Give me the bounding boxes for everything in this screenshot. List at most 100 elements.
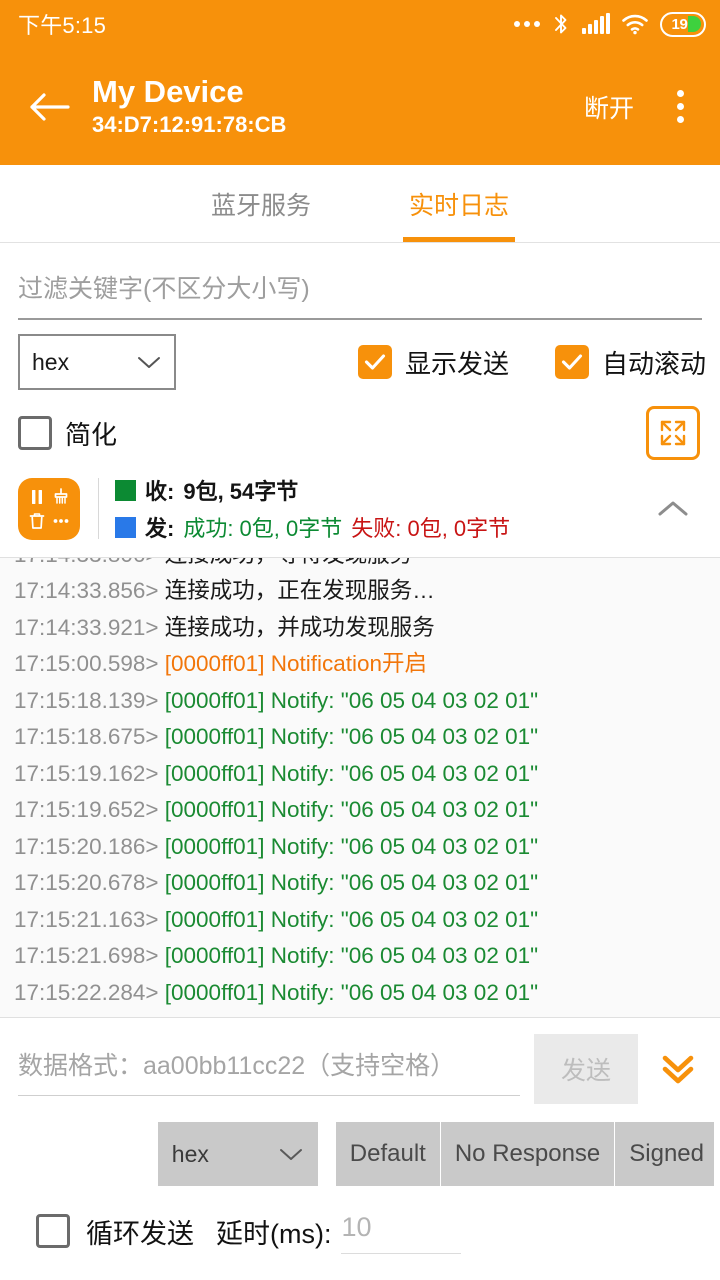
- chevron-down-icon: [278, 1146, 304, 1162]
- send-button[interactable]: 发送: [534, 1034, 638, 1104]
- signal-icon: [582, 14, 610, 34]
- controls-row-primary: hex 显示发送 自动滚动: [0, 320, 720, 390]
- log-line-message: [0000ff01] Notify: "06 05 04 03 02 01": [165, 797, 538, 822]
- log-line-message: 连接成功，等待发现服务: [165, 557, 413, 567]
- write-options-row: hex Default No Response Signed: [0, 1104, 720, 1186]
- log-line-message: [0000ff01] Notify: "06 05 04 03 02 01": [165, 761, 538, 786]
- log-line-message: [0000ff01] Notify: "06 05 04 03 02 01": [165, 834, 538, 859]
- send-row: 发送: [0, 1018, 720, 1104]
- filter-section: [0, 243, 720, 320]
- log-actions-button[interactable]: [18, 478, 80, 540]
- auto-scroll-label: 自动滚动: [602, 344, 706, 381]
- expand-log-button[interactable]: [646, 406, 700, 460]
- scroll-to-bottom-button[interactable]: [652, 1038, 704, 1100]
- log-line-message: [0000ff01] Notify: "06 05 04 03 02 01": [165, 724, 538, 749]
- log-output-area[interactable]: 17:14:33.806> 连接成功，等待发现服务17:14:33.856> 连…: [0, 557, 720, 1018]
- overflow-menu-button[interactable]: [658, 81, 702, 133]
- log-line-timestamp: 17:15:18.139>: [14, 688, 165, 713]
- loop-send-row: 循环发送 延时(ms):: [0, 1186, 720, 1254]
- expand-fullscreen-icon: [657, 417, 689, 449]
- auto-scroll-checkbox[interactable]: 自动滚动: [555, 344, 706, 381]
- log-line-message: [0000ff01] Notify: "06 05 04 03 02 01": [165, 980, 538, 1005]
- app-bar-actions: 断开: [574, 81, 702, 133]
- back-arrow-icon: [29, 90, 71, 124]
- log-line: 17:15:18.139> [0000ff01] Notify: "06 05 …: [14, 683, 706, 720]
- tx-fail-value: 失败: 0包, 0字节: [351, 511, 510, 543]
- delay-label: 延时(ms):: [216, 1212, 331, 1251]
- log-format-spinner-value: hex: [32, 349, 69, 376]
- log-line-message: [0000ff01] Notification开启: [165, 651, 427, 676]
- controls-checkbox-group: 显示发送 自动滚动: [358, 344, 706, 381]
- simplify-label: 简化: [65, 415, 117, 452]
- battery-icon: 19: [660, 12, 706, 37]
- tab-realtime-log[interactable]: 实时日志: [403, 165, 515, 242]
- show-send-checkbox[interactable]: 显示发送: [358, 344, 509, 381]
- wifi-icon: [621, 13, 649, 35]
- page-title: My Device: [92, 74, 286, 110]
- loop-send-label: 循环发送: [86, 1212, 194, 1251]
- log-line-timestamp: 17:15:22.284>: [14, 980, 165, 1005]
- log-line-message: [0000ff01] Notify: "06 05 04 03 02 01": [165, 907, 538, 932]
- delay-input[interactable]: [341, 1208, 461, 1254]
- show-send-label: 显示发送: [405, 344, 509, 381]
- tab-bluetooth-services[interactable]: 蓝牙服务: [205, 165, 317, 242]
- log-line-timestamp: 17:15:20.186>: [14, 834, 165, 859]
- write-type-signed-button[interactable]: Signed: [615, 1122, 714, 1186]
- rx-color-swatch: [115, 480, 136, 501]
- log-line-timestamp: 17:14:33.806>: [14, 557, 165, 567]
- disconnect-button[interactable]: 断开: [574, 81, 644, 133]
- stats-tx-line: 发: 成功: 0包, 0字节 失败: 0包, 0字节: [115, 511, 510, 543]
- write-format-spinner-value: hex: [172, 1141, 209, 1168]
- log-line: 17:15:20.186> [0000ff01] Notify: "06 05 …: [14, 829, 706, 866]
- log-line: 17:15:21.698> [0000ff01] Notify: "06 05 …: [14, 938, 706, 975]
- collapse-stats-button[interactable]: [644, 480, 702, 538]
- checkbox-unchecked-icon: [18, 416, 52, 450]
- chevron-up-icon: [654, 497, 692, 521]
- log-line: 17:14:33.856> 连接成功，正在发现服务…: [14, 573, 706, 610]
- log-line-timestamp: 17:15:21.163>: [14, 907, 165, 932]
- double-chevron-down-icon: [658, 1048, 698, 1090]
- log-line-timestamp: 17:15:21.698>: [14, 943, 165, 968]
- log-line-message: 连接成功，正在发现服务…: [165, 578, 435, 603]
- log-line: 17:15:20.678> [0000ff01] Notify: "06 05 …: [14, 865, 706, 902]
- tx-prefix: 发:: [145, 511, 174, 543]
- write-format-spinner[interactable]: hex: [158, 1122, 318, 1186]
- log-line-timestamp: 17:15:00.598>: [14, 651, 165, 676]
- log-line: 17:15:21.163> [0000ff01] Notify: "06 05 …: [14, 902, 706, 939]
- log-line: 17:15:18.675> [0000ff01] Notify: "06 05 …: [14, 719, 706, 756]
- status-bar: 下午5:15 19: [0, 0, 720, 48]
- stats-text-lines: 收: 9包, 54字节 发: 成功: 0包, 0字节 失败: 0包, 0字节: [115, 474, 510, 543]
- trash-icon: [27, 511, 47, 531]
- log-line-timestamp: 17:15:20.678>: [14, 870, 165, 895]
- log-lines-container: 17:14:33.806> 连接成功，等待发现服务17:14:33.856> 连…: [14, 557, 706, 1011]
- log-line: 17:15:19.652> [0000ff01] Notify: "06 05 …: [14, 792, 706, 829]
- tx-success-value: 成功: 0包, 0字节: [183, 511, 342, 543]
- log-line: 17:14:33.806> 连接成功，等待发现服务: [14, 557, 706, 573]
- tx-color-swatch: [115, 517, 136, 538]
- write-type-default-button[interactable]: Default: [336, 1122, 441, 1186]
- log-line-message: 连接成功，并成功发现服务: [165, 615, 435, 640]
- log-line: 17:15:00.598> [0000ff01] Notification开启: [14, 646, 706, 683]
- stats-bar: 收: 9包, 54字节 发: 成功: 0包, 0字节 失败: 0包, 0字节: [0, 460, 720, 557]
- pause-icon: [27, 487, 47, 507]
- log-format-spinner[interactable]: hex: [18, 334, 176, 390]
- device-address: 34:D7:12:91:78:CB: [92, 111, 286, 140]
- log-line: 17:15:22.284> [0000ff01] Notify: "06 05 …: [14, 975, 706, 1012]
- app-bar-titles: My Device 34:D7:12:91:78:CB: [92, 74, 286, 139]
- tab-bar: 蓝牙服务 实时日志: [0, 165, 720, 243]
- loop-send-checkbox[interactable]: [36, 1214, 70, 1248]
- log-line-timestamp: 17:15:19.652>: [14, 797, 165, 822]
- chevron-down-icon: [136, 354, 162, 370]
- write-type-no-response-button[interactable]: No Response: [441, 1122, 615, 1186]
- log-line-message: [0000ff01] Notify: "06 05 04 03 02 01": [165, 943, 538, 968]
- more-dots-icon: [514, 21, 540, 27]
- status-bar-icons: 19: [514, 12, 706, 37]
- log-line-message: [0000ff01] Notify: "06 05 04 03 02 01": [165, 870, 538, 895]
- more-dots-icon: [51, 511, 71, 531]
- log-line-timestamp: 17:15:18.675>: [14, 724, 165, 749]
- simplify-checkbox[interactable]: 简化: [18, 415, 117, 452]
- send-data-input[interactable]: [18, 1042, 520, 1096]
- back-button[interactable]: [22, 79, 78, 135]
- controls-row-secondary: 简化: [0, 390, 720, 460]
- filter-keyword-input[interactable]: [18, 269, 702, 320]
